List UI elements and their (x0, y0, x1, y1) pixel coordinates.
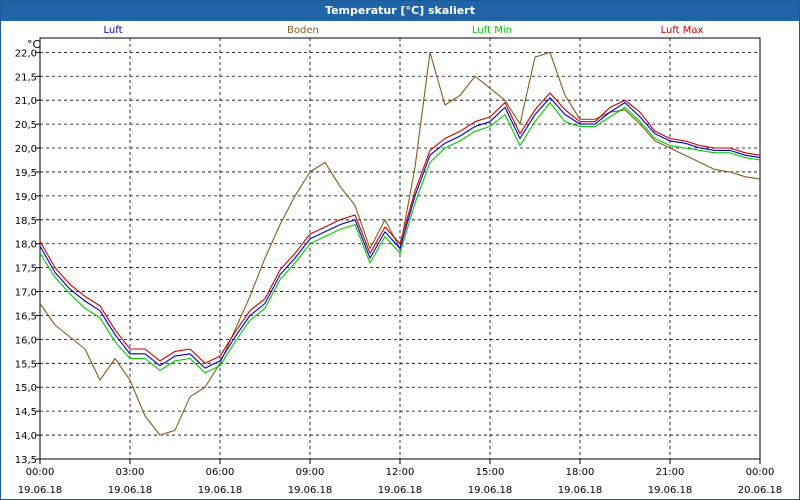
x-tick-date-label: 19.06.18 (18, 485, 63, 496)
x-tick-date-label: 19.06.18 (468, 485, 513, 496)
x-tick-date-label: 19.06.18 (108, 485, 153, 496)
x-tick-time-label: 03:00 (116, 467, 145, 478)
y-tick-label: 16,5 (15, 311, 37, 322)
x-tick-date-label: 19.06.18 (558, 485, 603, 496)
x-tick-time-label: 09:00 (296, 467, 325, 478)
y-tick-label: 15,0 (15, 383, 37, 394)
y-tick-label: 16,0 (15, 335, 37, 346)
y-tick-label: 20,0 (15, 144, 37, 155)
y-tick-label: 21,0 (15, 96, 37, 107)
y-axis-unit: °C (27, 38, 41, 51)
legend-entry-luft-max: Luft Max (661, 25, 704, 36)
legend: Luft Boden Luft Min Luft Max (104, 25, 704, 36)
y-tick-label: 13,5 (15, 455, 37, 466)
y-tick-label: 17,0 (15, 288, 37, 299)
temperature-chart: 13,5 14,0 14,5 15,0 15,5 16,0 16,5 17,0 17,5 18,0… (15, 25, 783, 496)
y-tick-label: 18,5 (15, 216, 37, 227)
legend-entry-luft-min: Luft Min (472, 25, 512, 36)
legend-entry-luft: Luft (104, 25, 123, 36)
x-axis: 00:00 19.06.18 03:00 19.06.18 06:00 19.06.18 0… (18, 459, 783, 496)
x-tick-date-label: 19.06.18 (198, 485, 243, 496)
x-tick-time-label: 12:00 (386, 467, 415, 478)
y-tick-label: 19,5 (15, 168, 37, 179)
y-tick-label: 20,5 (15, 120, 37, 131)
y-tick-label: 14,0 (15, 431, 37, 442)
y-tick-label: 17,5 (15, 264, 37, 275)
x-tick-date-label: 19.06.18 (378, 485, 423, 496)
y-tick-label: 15,5 (15, 359, 37, 370)
legend-entry-boden: Boden (287, 25, 319, 36)
x-tick-time-label: 18:00 (566, 467, 595, 478)
x-tick-date-label: 19.06.18 (288, 485, 333, 496)
x-tick-time-label: 06:00 (206, 467, 235, 478)
y-axis: 13,5 14,0 14,5 15,0 15,5 16,0 16,5 17,0 17,5 18,0… (15, 48, 40, 466)
x-tick-date-label: 19.06.18 (648, 485, 693, 496)
y-tick-label: 18,0 (15, 240, 37, 251)
x-tick-time-label: 15:00 (476, 467, 505, 478)
y-tick-label: 21,5 (15, 72, 37, 83)
x-tick-time-label: 21:00 (656, 467, 685, 478)
x-tick-time-label: 00:00 (26, 467, 55, 478)
x-tick-date-label: 20.06.18 (738, 485, 783, 496)
x-tick-time-label: 00:00 (746, 467, 775, 478)
y-tick-label: 14,5 (15, 407, 37, 418)
y-tick-label: 19,0 (15, 192, 37, 203)
